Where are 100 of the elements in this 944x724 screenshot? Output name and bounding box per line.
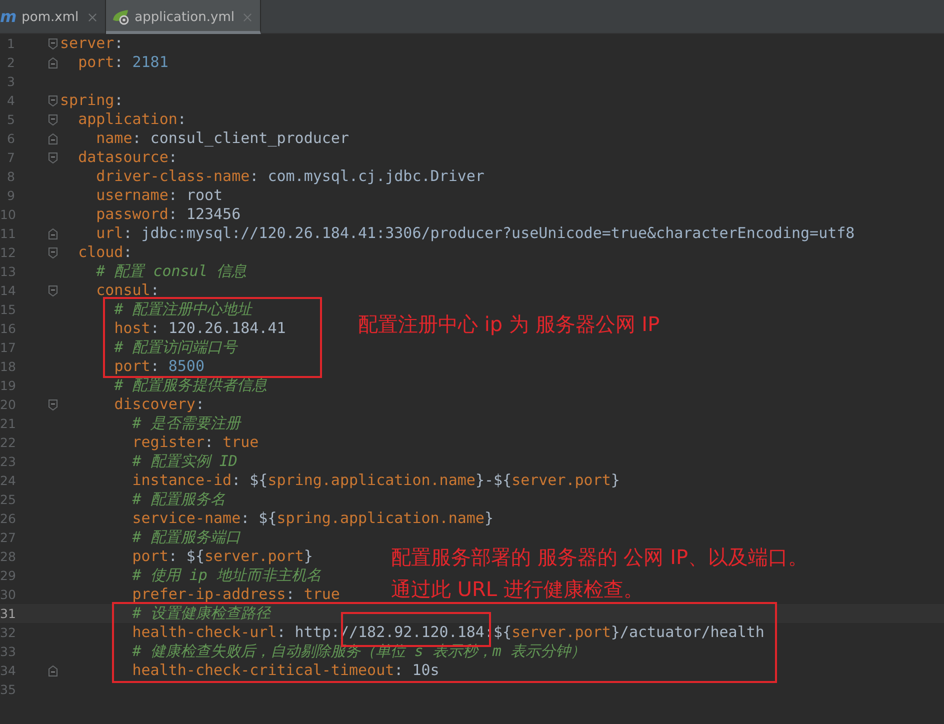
fold-marker-icon[interactable]: [48, 398, 58, 410]
yaml-key: password: [96, 205, 168, 223]
yaml-value: :: [123, 224, 134, 242]
editor-tab[interactable]: application.yml: [106, 0, 262, 34]
fold-marker-icon[interactable]: [48, 664, 58, 676]
yaml-value: : ${: [240, 509, 277, 527]
fold-marker-icon[interactable]: [48, 38, 58, 50]
line-number: 28: [0, 549, 15, 564]
code-comment: # 配置访问端口号: [114, 338, 238, 356]
yaml-key: prefer-ip-address: [132, 585, 286, 603]
line-number: 15: [0, 302, 15, 317]
yaml-value: }: [484, 509, 494, 527]
line-number: 18: [0, 359, 15, 374]
fold-marker-icon[interactable]: [48, 246, 58, 258]
line-number: 16: [0, 321, 15, 336]
annotation-text: 配置服务部署的 服务器的 公网 IP、以及端口。: [391, 544, 808, 571]
line-number: 30: [0, 587, 15, 602]
line-number: 24: [0, 473, 15, 488]
line-number: 10: [0, 207, 15, 222]
code-comment: # 配置服务提供者信息: [114, 376, 268, 394]
line-number: 33: [0, 644, 15, 659]
yaml-key: discovery: [114, 395, 196, 413]
code-comment: # 配置实例 ID: [132, 452, 238, 470]
line-number: 20: [0, 397, 15, 412]
line-number: 12: [0, 245, 15, 260]
yaml-value: : ${: [168, 547, 204, 565]
line-number: 9: [6, 188, 15, 203]
tab-label: pom.xml: [22, 10, 79, 24]
line-number: 23: [0, 454, 15, 469]
code-comment: # 使用 ip 地址而非主机名: [132, 566, 322, 584]
file-type-icon: m: [0, 9, 17, 25]
fold-marker-icon[interactable]: [48, 228, 58, 240]
yaml-value: server.port: [204, 547, 304, 565]
yaml-key: port: [78, 53, 114, 71]
yaml-value: : root: [168, 186, 223, 204]
fold-marker-icon[interactable]: [48, 56, 58, 68]
yaml-value: :: [114, 34, 124, 52]
yaml-value: : consul_client_producer: [132, 129, 349, 147]
yaml-value: true: [304, 585, 340, 603]
yaml-key: service-name: [132, 509, 241, 527]
yaml-key: port: [114, 357, 150, 375]
line-number: 8: [6, 169, 15, 184]
yaml-value: :: [195, 395, 204, 413]
line-number: 13: [0, 264, 15, 279]
yaml-value: :: [250, 167, 260, 185]
yaml-value: :: [177, 110, 186, 128]
fold-marker-icon[interactable]: [48, 94, 58, 106]
yaml-key: driver-class-name: [96, 167, 250, 185]
yaml-value: /182.92.120.184: [349, 623, 484, 641]
yaml-key: datasource: [78, 148, 168, 166]
yaml-value: :: [114, 53, 124, 71]
line-number: 6: [6, 131, 15, 146]
close-icon[interactable]: [88, 12, 97, 22]
line-number: 2: [6, 55, 15, 70]
yaml-key: url: [96, 224, 124, 242]
line-number: 3: [6, 74, 15, 89]
yaml-value: : 10s: [394, 661, 440, 679]
yaml-value: :: [123, 243, 132, 261]
yaml-value: :: [150, 281, 160, 299]
yaml-key: spring: [60, 91, 114, 109]
annotation-text: 配置注册中心 ip 为 服务器公网 IP: [358, 311, 660, 338]
line-number: 27: [0, 530, 15, 545]
line-number: 14: [0, 283, 15, 298]
line-number: 29: [0, 568, 15, 583]
yaml-value: :: [150, 357, 160, 375]
line-number: 25: [0, 492, 15, 507]
line-number: 7: [6, 150, 15, 165]
line-number: 11: [0, 226, 15, 241]
fold-marker-icon[interactable]: [48, 152, 58, 164]
line-number: 26: [0, 511, 15, 526]
leaf-gear-icon: [112, 9, 130, 25]
yaml-value: jdbc:mysql://120.26.184.41:3306/producer?useUnicode=true&characterEncoding=utf8: [141, 224, 855, 242]
line-number: 4: [6, 93, 15, 108]
yaml-key: consul: [96, 281, 150, 299]
line-number: 32: [0, 625, 15, 640]
code-comment: # 设置健康检查路径: [132, 604, 270, 622]
fold-marker-icon[interactable]: [48, 132, 58, 144]
yaml-value: :: [168, 148, 178, 166]
line-number: 1: [6, 36, 15, 51]
yaml-key: instance-id: [132, 471, 232, 489]
annotation-text: 通过此 URL 进行健康检查。: [391, 576, 644, 603]
yaml-key: name: [96, 129, 132, 147]
yaml-key: port: [132, 547, 168, 565]
yaml-value: }: [610, 471, 620, 489]
fold-marker-icon[interactable]: [48, 284, 58, 296]
fold-marker-icon[interactable]: [48, 114, 58, 126]
tab-label: application.yml: [134, 10, 234, 24]
yaml-value: : 123456: [168, 205, 241, 223]
yaml-value: 2181: [132, 53, 168, 71]
yaml-value: : 120.26.184.41: [150, 319, 286, 337]
yaml-value: : ${: [232, 471, 268, 489]
yaml-key: application: [78, 110, 178, 128]
yaml-key: username: [96, 186, 168, 204]
yaml-value: com.mysql.cj.jdbc.Driver: [268, 167, 484, 185]
yaml-value: server.port: [512, 623, 611, 641]
line-number: 17: [0, 340, 15, 355]
line-number: 35: [0, 682, 15, 697]
yaml-value: }: [304, 547, 313, 565]
yaml-value: server.port: [512, 471, 611, 489]
line-number: 19: [0, 378, 15, 393]
